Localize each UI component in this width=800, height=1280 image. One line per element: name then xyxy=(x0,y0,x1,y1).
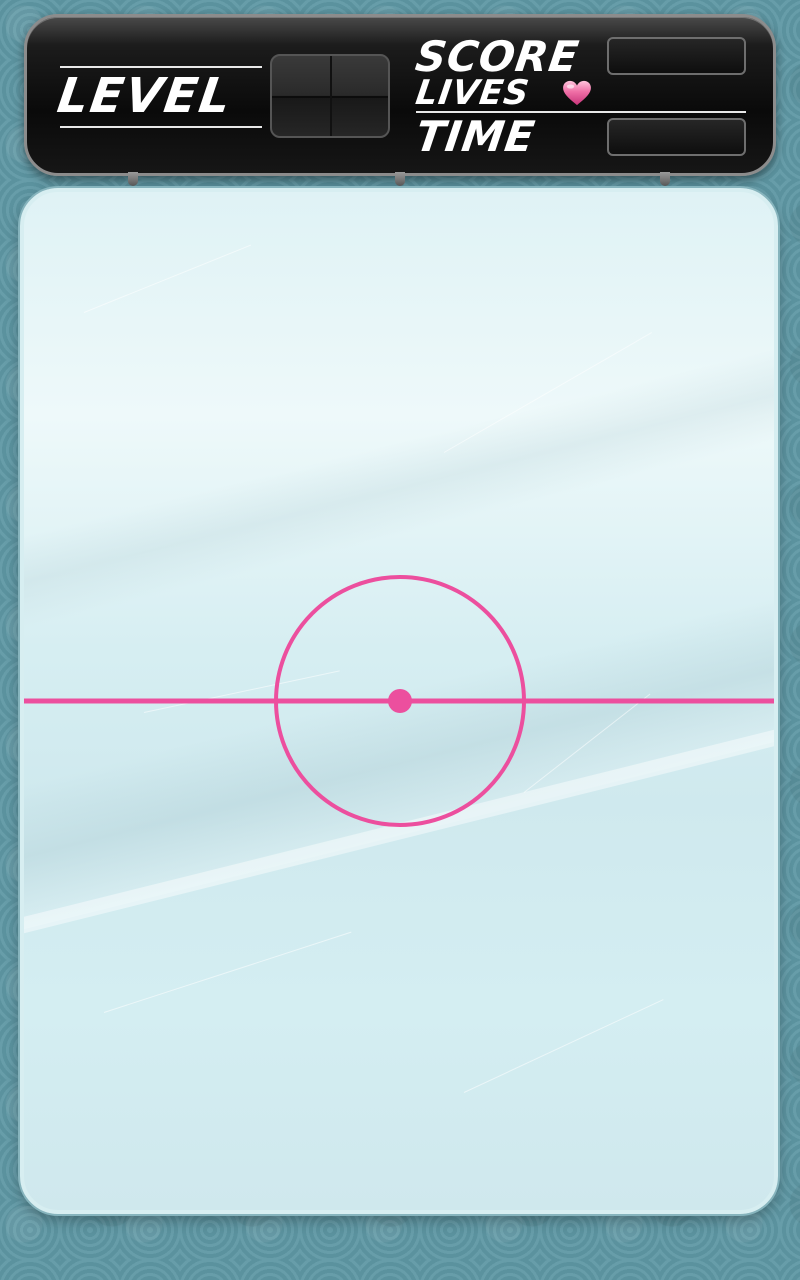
lives-label: LIVES xyxy=(413,73,533,113)
ice-rink[interactable] xyxy=(20,188,778,1214)
heart-icon xyxy=(563,80,591,106)
score-label: SCORE xyxy=(412,32,583,81)
score-value xyxy=(607,37,746,75)
center-dot xyxy=(388,689,412,713)
time-value xyxy=(607,118,746,156)
level-display xyxy=(270,54,390,138)
hud-peg-center xyxy=(395,172,405,186)
hud-peg-right xyxy=(660,172,670,186)
time-label: TIME xyxy=(412,112,539,161)
rink-markings xyxy=(24,575,774,827)
level-label: LEVEL xyxy=(54,68,236,124)
level-rule-bottom xyxy=(60,126,262,128)
hud-peg-left xyxy=(128,172,138,186)
level-display-divider xyxy=(330,56,332,136)
